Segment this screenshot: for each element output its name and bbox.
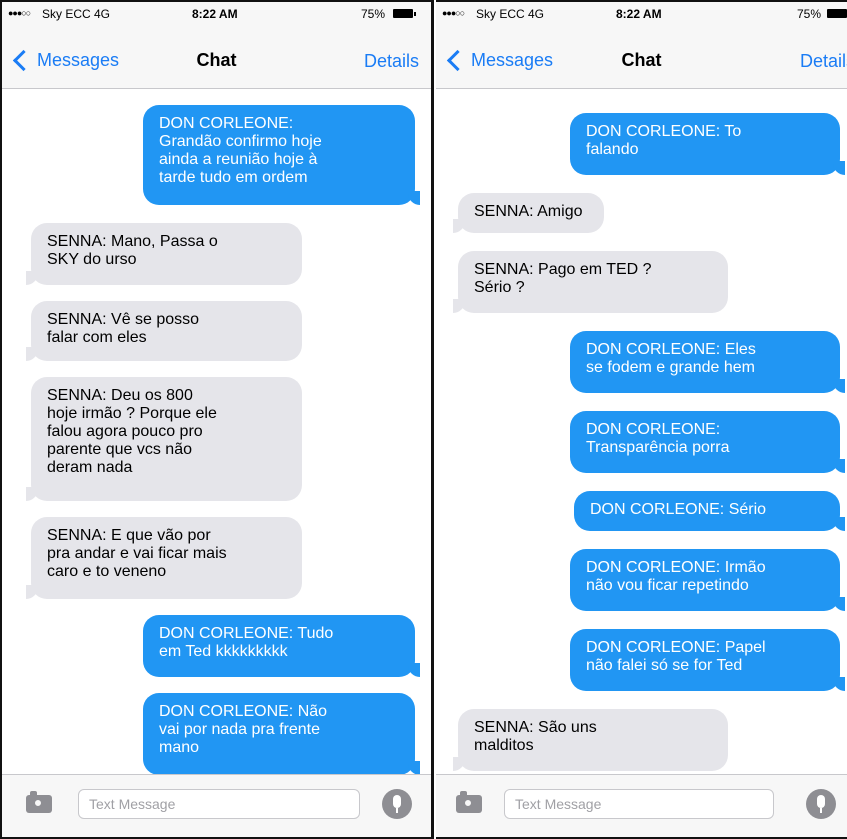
status-bar: ●●●○○ Sky ECC 4G 8:22 AM 75% xyxy=(2,2,431,26)
status-time: 8:22 AM xyxy=(616,7,662,21)
incoming-message: SENNA: E que vão por pra andar e vai fic… xyxy=(26,517,302,599)
incoming-message: SENNA: Mano, Passa o SKY do urso xyxy=(26,223,302,285)
carrier-label: Sky ECC 4G xyxy=(42,7,111,21)
left-phone-screen: ●●●○○ Sky ECC 4G 8:22 AM 75% Messages Ch… xyxy=(0,0,434,839)
microphone-icon[interactable] xyxy=(382,789,412,819)
details-button[interactable]: Details xyxy=(364,51,419,72)
incoming-message: SENNA: Vê se posso falar com eles xyxy=(26,301,302,361)
battery-percentage: 75% xyxy=(796,7,821,21)
status-time: 8:22 AM xyxy=(192,7,238,21)
incoming-message: SENNA: Pago em TED ? Sério ? xyxy=(453,251,728,313)
signal-strength-icon: ●●●○○ xyxy=(8,8,31,18)
right-phone-screen: ●●●○○ Sky ECC 4G 8:22 AM 75% Messages Ch… xyxy=(436,0,847,839)
battery-percentage: 75% xyxy=(360,7,385,21)
camera-icon[interactable] xyxy=(26,791,52,813)
outgoing-message: DON CORLEONE: Sério xyxy=(574,491,845,531)
camera-icon[interactable] xyxy=(456,791,482,813)
outgoing-message: DON CORLEONE: Grandão confirmo hoje aind… xyxy=(143,105,420,205)
microphone-icon[interactable] xyxy=(806,789,836,819)
message-thread: DON CORLEONE: To falando SENNA: Amigo SE… xyxy=(436,89,847,775)
text-message-input[interactable] xyxy=(78,789,360,819)
text-message-input[interactable] xyxy=(504,789,774,819)
outgoing-message: DON CORLEONE: Transparência porra xyxy=(570,411,845,473)
outgoing-message: DON CORLEONE: To falando xyxy=(570,113,845,175)
incoming-message: SENNA: Deu os 800 hoje irmão ? Porque el… xyxy=(26,377,302,501)
chat-title: Chat xyxy=(621,50,662,70)
details-button[interactable]: Details xyxy=(800,51,847,72)
outgoing-message: DON CORLEONE: Eles se fodem e grande hem xyxy=(570,331,845,393)
battery-icon xyxy=(393,9,416,18)
incoming-message: SENNA: São uns malditos xyxy=(453,709,728,771)
status-bar: ●●●○○ Sky ECC 4G 8:22 AM 75% xyxy=(436,2,847,26)
outgoing-message: DON CORLEONE: Irmão não vou ficar repeti… xyxy=(570,549,845,611)
outgoing-message: DON CORLEONE: Tudo em Ted kkkkkkkkk xyxy=(143,615,420,677)
signal-strength-icon: ●●●○○ xyxy=(442,8,465,18)
outgoing-message: DON CORLEONE: Não vai por nada pra frent… xyxy=(143,693,420,775)
navigation-bar: Messages Chat Details xyxy=(436,26,847,89)
incoming-message: SENNA: Amigo xyxy=(453,193,604,233)
message-input-bar xyxy=(2,774,431,837)
message-thread: DON CORLEONE: Grandão confirmo hoje aind… xyxy=(2,89,431,775)
battery-icon xyxy=(827,9,847,18)
navigation-bar: Messages Chat Details xyxy=(2,26,431,89)
message-input-bar xyxy=(436,774,847,837)
outgoing-message: DON CORLEONE: Papel não falei só se for … xyxy=(570,629,845,691)
carrier-label: Sky ECC 4G xyxy=(476,7,545,21)
